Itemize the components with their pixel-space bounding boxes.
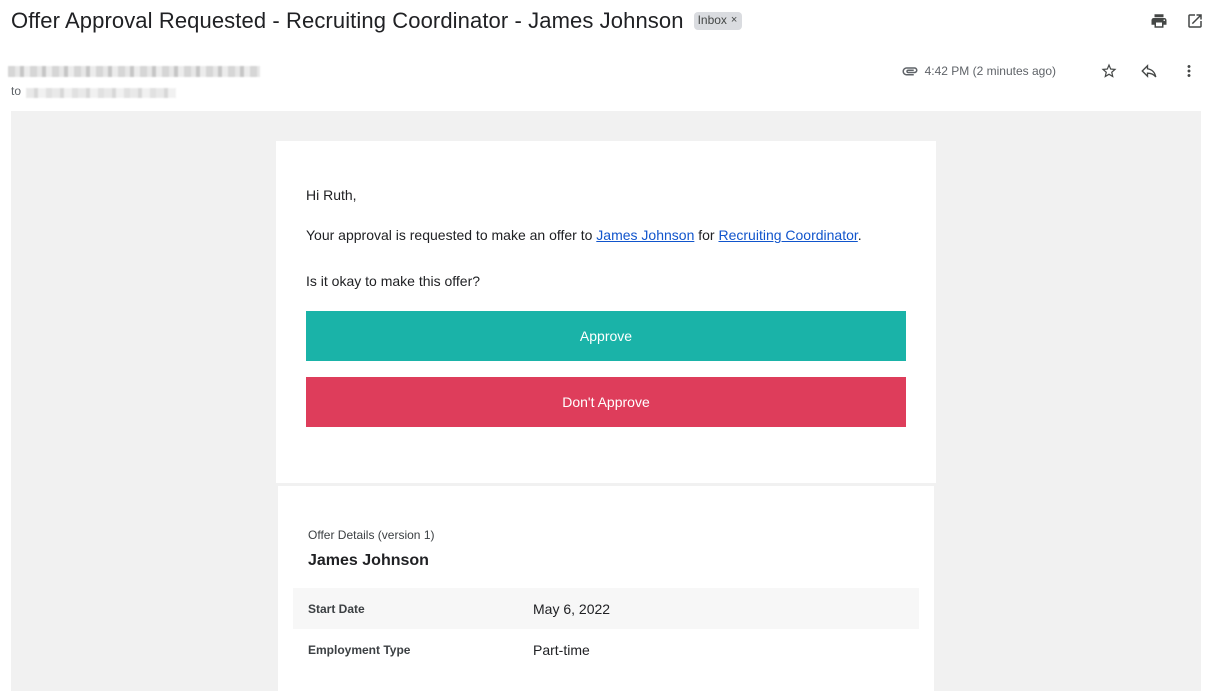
approval-card: Hi Ruth, Your approval is requested to m… [276, 141, 936, 483]
message-timestamp: 4:42 PM (2 minutes ago) [924, 64, 1056, 78]
request-suffix: . [857, 227, 862, 243]
employment-type-label: Employment Type [308, 642, 411, 657]
greeting-text: Hi Ruth, [306, 187, 357, 203]
dont-approve-button[interactable]: Don't Approve [306, 377, 906, 427]
sender-row: to 4:42 PM (2 minutes ago) [8, 62, 1198, 102]
table-row: Start Date May 6, 2022 [293, 588, 919, 629]
more-vertical-icon[interactable] [1180, 62, 1198, 80]
request-prefix: Your approval is requested to make an of… [306, 227, 597, 243]
email-subject: Offer Approval Requested - Recruiting Co… [11, 8, 684, 33]
offer-details-subtitle: Offer Details (version 1) [308, 528, 435, 542]
inbox-label-text: Inbox [697, 13, 727, 27]
print-icon[interactable] [1150, 12, 1168, 30]
employment-type-value: Part-time [533, 641, 590, 658]
candidate-link[interactable]: James Johnson [596, 227, 694, 243]
offer-candidate-name: James Johnson [308, 552, 429, 569]
remove-label-button[interactable]: × [731, 13, 737, 28]
recipient-address-redacted [26, 88, 176, 98]
subject-row: Offer Approval Requested - Recruiting Co… [11, 6, 1194, 36]
start-date-value: May 6, 2022 [533, 600, 611, 617]
star-outline-icon[interactable] [1100, 62, 1118, 80]
approval-request-text: Your approval is requested to make an of… [306, 225, 906, 245]
request-middle: for [694, 227, 719, 243]
email-view: Offer Approval Requested - Recruiting Co… [0, 0, 1208, 691]
table-row: Employment Type Part-time [293, 629, 919, 670]
to-label: to [11, 84, 22, 98]
approve-button[interactable]: Approve [306, 311, 906, 361]
start-date-label: Start Date [308, 601, 365, 616]
email-body-canvas: Hi Ruth, Your approval is requested to m… [11, 111, 1201, 691]
inbox-label-chip[interactable]: Inbox × [693, 12, 743, 30]
offer-details-card: Offer Details (version 1) James Johnson … [278, 486, 934, 691]
open-in-new-window-icon[interactable] [1186, 12, 1204, 30]
header-actions [1150, 4, 1204, 30]
offer-details-table: Start Date May 6, 2022 Employment Type P… [293, 588, 919, 670]
question-text: Is it okay to make this offer? [306, 273, 481, 289]
reply-icon[interactable] [1140, 62, 1158, 80]
sender-address-redacted [8, 66, 260, 77]
message-meta: 4:42 PM (2 minutes ago) [901, 62, 1198, 80]
paperclip-icon [901, 62, 919, 80]
job-link[interactable]: Recruiting Coordinator [718, 227, 857, 243]
